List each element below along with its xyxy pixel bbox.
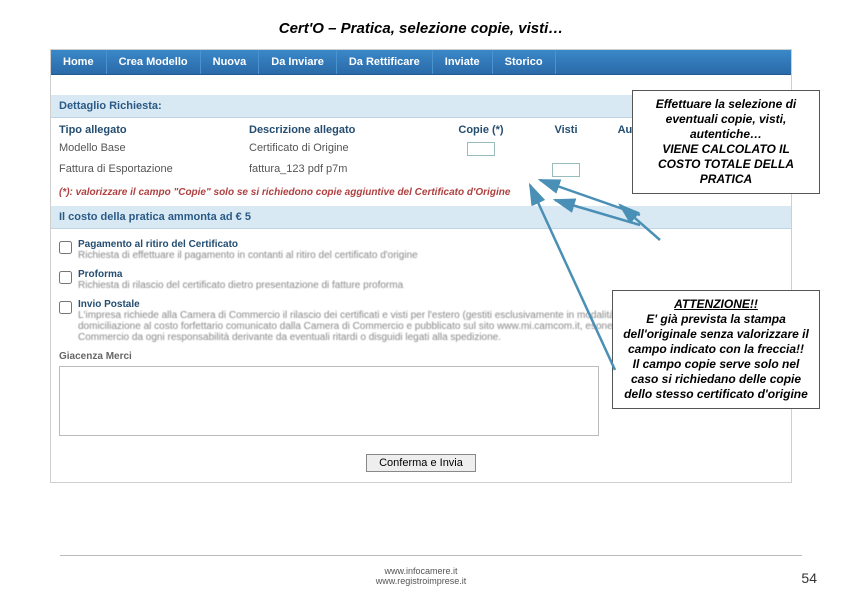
slide-title: Cert'O – Pratica, selezione copie, visti… xyxy=(0,0,842,49)
label-proforma: Proforma xyxy=(78,269,122,280)
checkbox-pagamento[interactable] xyxy=(59,241,72,254)
footer: www.infocamere.it www.registroimprese.it xyxy=(0,566,842,586)
visti-input-1[interactable] xyxy=(552,163,580,177)
desc-pagamento: Richiesta di effettuare il pagamento in … xyxy=(78,250,418,261)
menu-nuova[interactable]: Nuova xyxy=(201,50,260,74)
col-tipo: Tipo allegato xyxy=(51,118,241,139)
table-row: fattura_123 pdf p7m xyxy=(241,160,431,181)
divider xyxy=(60,555,802,556)
menu-storico[interactable]: Storico xyxy=(493,50,556,74)
slide-title-rest: Pratica, selezione copie, visti… xyxy=(341,20,564,37)
desc-proforma: Richiesta di rilascio del certificato di… xyxy=(78,280,403,291)
callout-attenzione-head: ATTENZIONE!! xyxy=(621,297,811,312)
col-copie: Copie (*) xyxy=(431,118,531,139)
menu-home[interactable]: Home xyxy=(51,50,107,74)
callout-attenzione: ATTENZIONE!! E' già prevista la stampa d… xyxy=(612,290,820,409)
submit-button[interactable]: Conferma e Invia xyxy=(366,454,476,472)
menu-da-rettificare[interactable]: Da Rettificare xyxy=(337,50,433,74)
giacenza-textarea[interactable] xyxy=(59,366,599,436)
visti-cell-0 xyxy=(531,139,601,160)
menu-crea-modello[interactable]: Crea Modello xyxy=(107,50,201,74)
page-number: 54 xyxy=(801,570,817,586)
label-pagamento: Pagamento al ritiro del Certificato xyxy=(78,239,238,250)
table-row: Modello Base xyxy=(51,139,241,160)
copie-cell-1 xyxy=(431,160,531,181)
menubar: Home Crea Modello Nuova Da Inviare Da Re… xyxy=(51,50,791,75)
callout-attenzione-body: E' già prevista la stampa dell'originale… xyxy=(621,312,811,402)
label-invio: Invio Postale xyxy=(78,299,140,310)
option-pagamento: Pagamento al ritiro del Certificato Rich… xyxy=(51,235,791,265)
copie-input-0[interactable] xyxy=(467,142,495,156)
footer-link-1: www.infocamere.it xyxy=(0,566,842,576)
col-visti: Visti xyxy=(531,118,601,139)
submit-row: Conferma e Invia xyxy=(51,449,791,482)
table-row: Fattura di Esportazione xyxy=(51,160,241,181)
section-costo: Il costo della pratica ammonta ad € 5 xyxy=(51,206,791,229)
callout-selezione-text: Effettuare la selezione di eventuali cop… xyxy=(641,97,811,187)
footer-link-2: www.registroimprese.it xyxy=(0,576,842,586)
menu-da-inviare[interactable]: Da Inviare xyxy=(259,50,337,74)
table-row: Certificato di Origine xyxy=(241,139,431,160)
checkbox-proforma[interactable] xyxy=(59,271,72,284)
col-descr: Descrizione allegato xyxy=(241,118,431,139)
slide-title-prefix: Cert'O – xyxy=(279,20,341,37)
checkbox-invio[interactable] xyxy=(59,301,72,314)
menu-inviate[interactable]: Inviate xyxy=(433,50,493,74)
callout-selezione: Effettuare la selezione di eventuali cop… xyxy=(632,90,820,194)
